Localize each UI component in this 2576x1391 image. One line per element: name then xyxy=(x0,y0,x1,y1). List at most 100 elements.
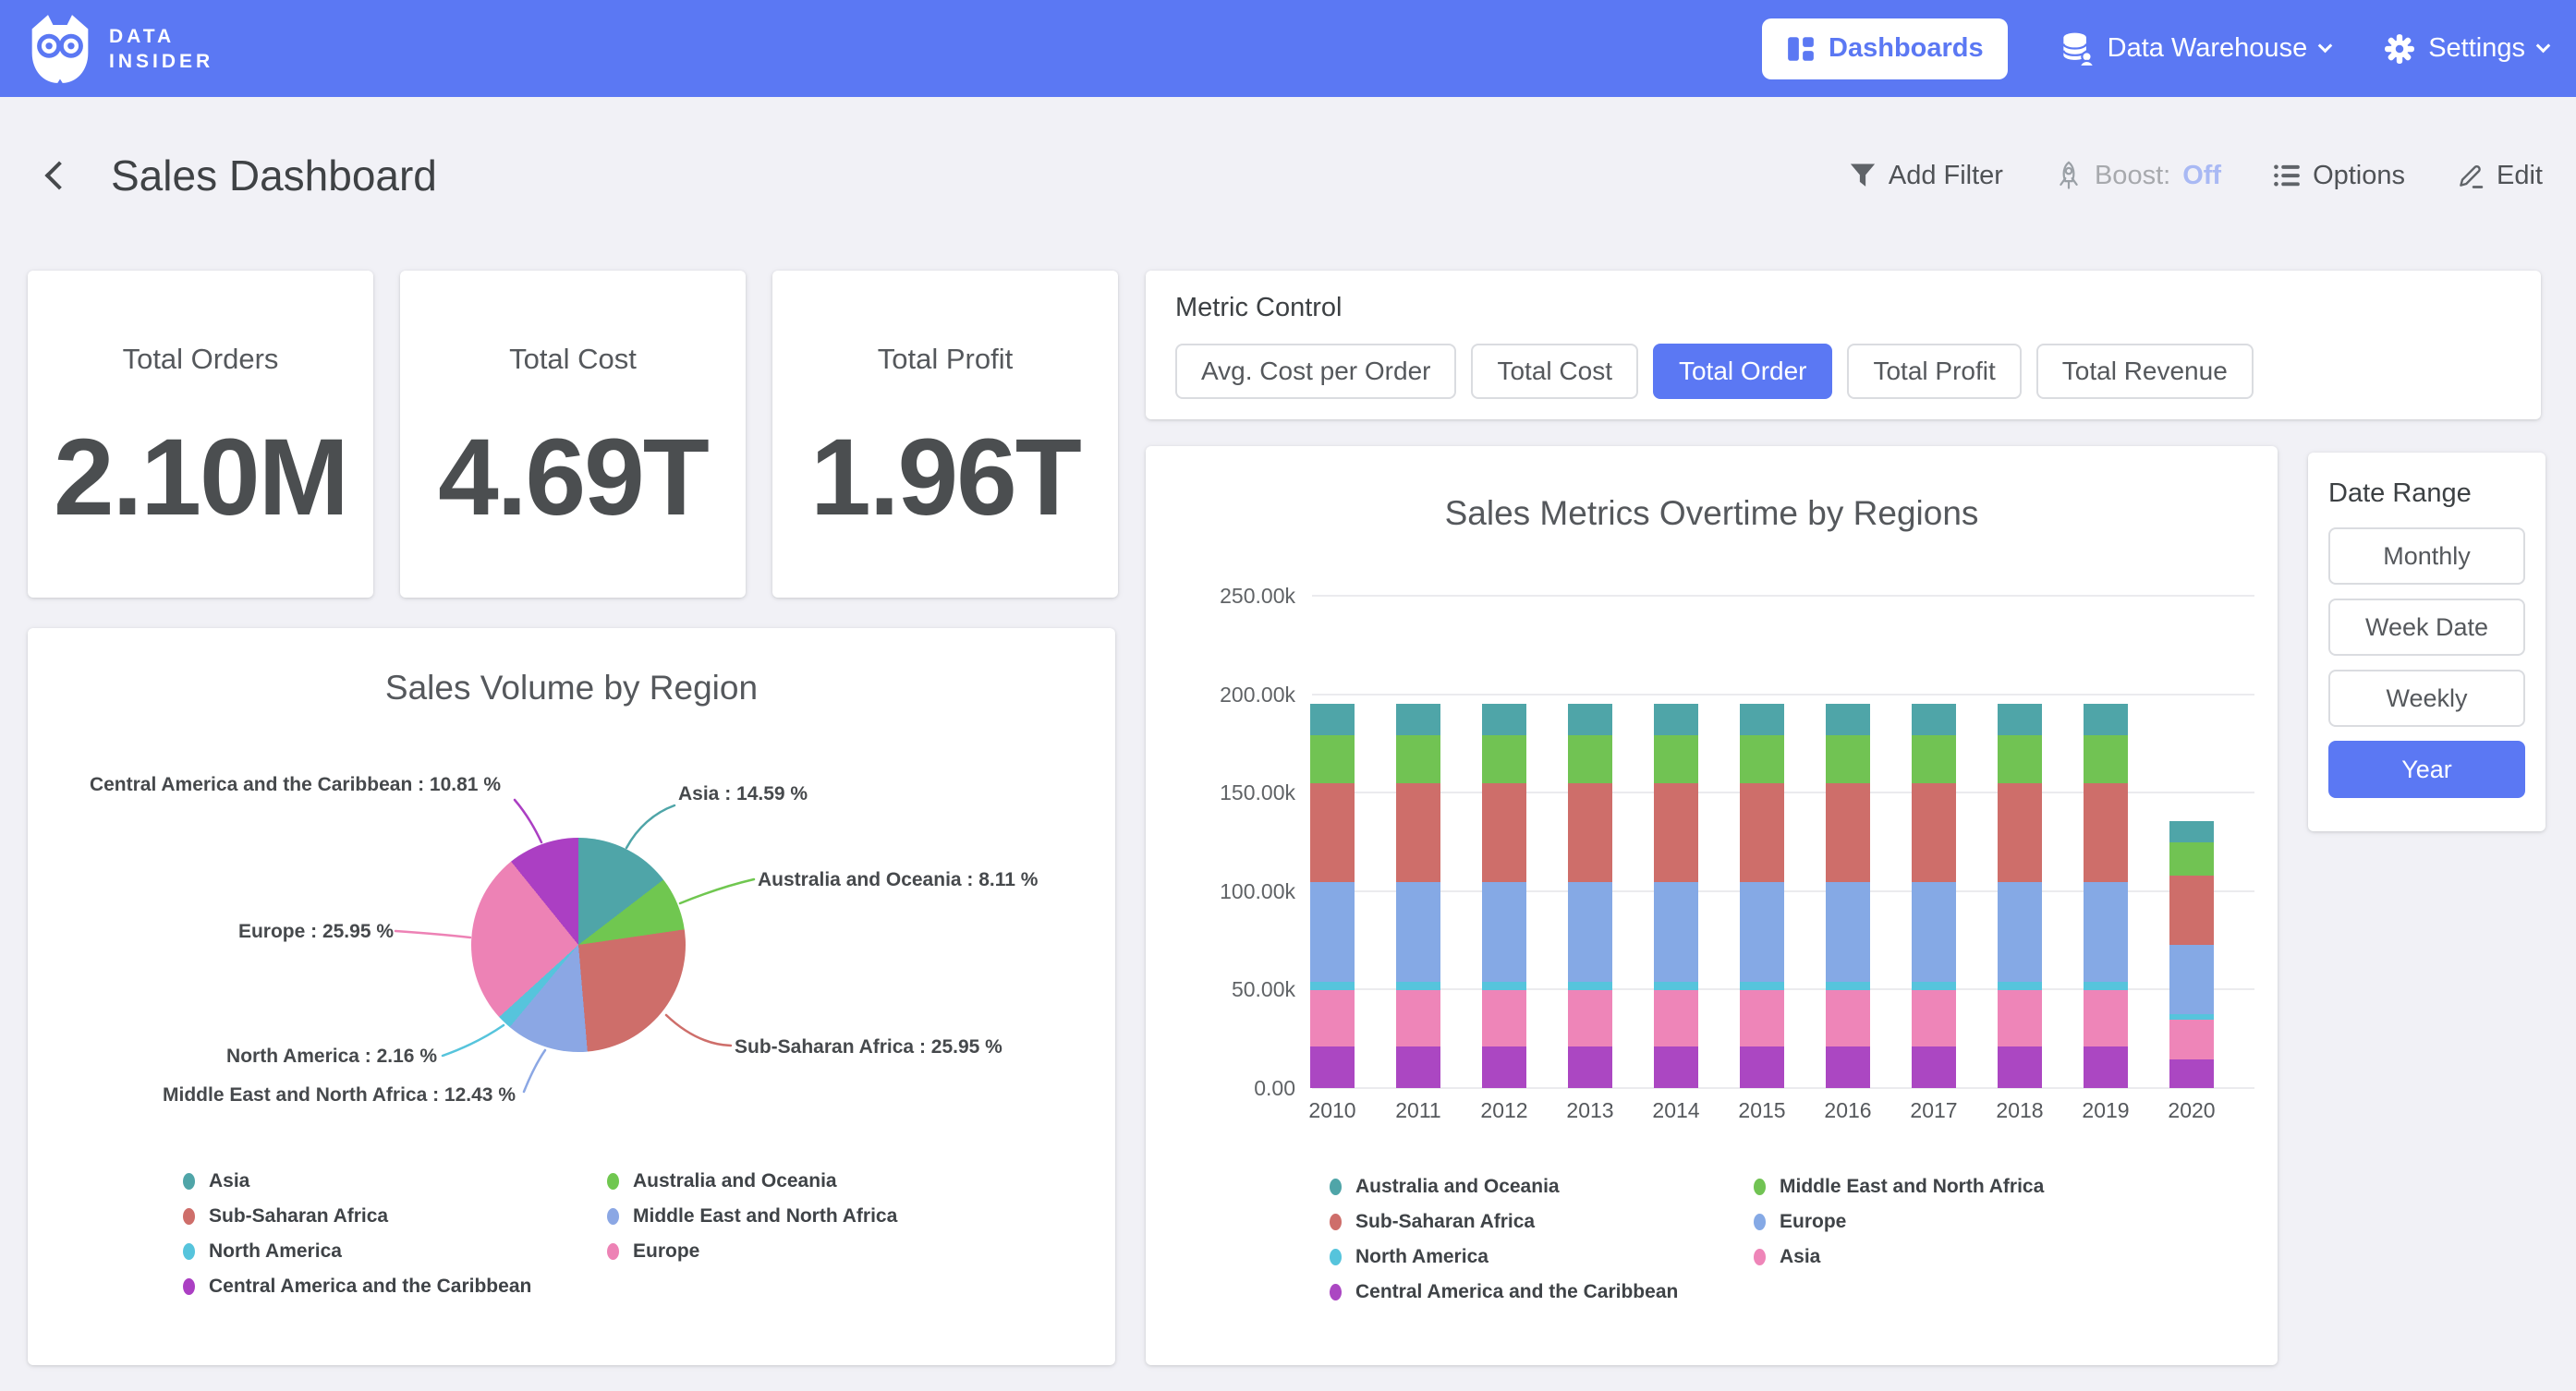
bar-segment-2014-sub-saharan-africa[interactable] xyxy=(1654,783,1698,883)
options-button[interactable]: Options xyxy=(2273,161,2405,191)
date-range-option-week-date[interactable]: Week Date xyxy=(2328,599,2525,656)
bar-segment-2012-sub-saharan-africa[interactable] xyxy=(1482,783,1526,883)
nav-data-warehouse[interactable]: Data Warehouse xyxy=(2061,31,2331,67)
nav-dashboards-button[interactable]: Dashboards xyxy=(1762,18,2008,79)
bar-segment-2014-asia[interactable] xyxy=(1654,990,1698,1046)
bar-segment-2018-asia[interactable] xyxy=(1998,990,2042,1046)
bar-segment-2013-asia[interactable] xyxy=(1568,990,1612,1046)
nav-settings[interactable]: Settings xyxy=(2384,33,2548,65)
bar-segment-2020-europe[interactable] xyxy=(2169,945,2214,1014)
pie-legend-item-australia-and-oceania[interactable]: Australia and Oceania xyxy=(607,1169,837,1193)
bar-legend-item-australia-and-oceania[interactable]: Australia and Oceania xyxy=(1330,1175,1560,1199)
bar-segment-2017-middle-east-and-north-africa[interactable] xyxy=(1912,735,1956,783)
bar-segment-2016-asia[interactable] xyxy=(1826,990,1870,1046)
date-range-option-monthly[interactable]: Monthly xyxy=(2328,527,2525,585)
bar-segment-2017-australia-and-oceania[interactable] xyxy=(1912,704,1956,735)
bar-segment-2020-asia[interactable] xyxy=(2169,1020,2214,1058)
bar-segment-2015-middle-east-and-north-africa[interactable] xyxy=(1740,735,1784,783)
bar-segment-2018-north-america[interactable] xyxy=(1998,982,2042,990)
bar-segment-2010-australia-and-oceania[interactable] xyxy=(1310,704,1355,735)
boost-toggle[interactable]: Boost: Off xyxy=(2055,161,2221,191)
bar-segment-2012-north-america[interactable] xyxy=(1482,982,1526,990)
bar-segment-2012-europe[interactable] xyxy=(1482,882,1526,982)
bar-legend-item-middle-east-and-north-africa[interactable]: Middle East and North Africa xyxy=(1754,1175,2044,1199)
bar-segment-2013-sub-saharan-africa[interactable] xyxy=(1568,783,1612,883)
pie-legend-item-europe[interactable]: Europe xyxy=(607,1240,699,1264)
bar-segment-2011-north-america[interactable] xyxy=(1396,982,1440,990)
bar-segment-2011-australia-and-oceania[interactable] xyxy=(1396,704,1440,735)
bar-segment-2010-asia[interactable] xyxy=(1310,990,1355,1046)
pie-legend-item-asia[interactable]: Asia xyxy=(183,1169,249,1193)
pie-chart[interactable] xyxy=(471,838,686,1052)
date-range-option-year[interactable]: Year xyxy=(2328,741,2525,798)
edit-button[interactable]: Edit xyxy=(2457,161,2543,191)
bar-segment-2011-middle-east-and-north-africa[interactable] xyxy=(1396,735,1440,783)
bar-segment-2014-europe[interactable] xyxy=(1654,882,1698,982)
bar-segment-2019-australia-and-oceania[interactable] xyxy=(2084,704,2128,735)
bar-segment-2011-asia[interactable] xyxy=(1396,990,1440,1046)
bar-segment-2016-sub-saharan-africa[interactable] xyxy=(1826,783,1870,883)
bar-segment-2015-australia-and-oceania[interactable] xyxy=(1740,704,1784,735)
bar-segment-2020-central-america-and-the-caribbean[interactable] xyxy=(2169,1059,2214,1088)
bar-segment-2014-north-america[interactable] xyxy=(1654,982,1698,990)
bar-segment-2014-middle-east-and-north-africa[interactable] xyxy=(1654,735,1698,783)
bar-segment-2011-sub-saharan-africa[interactable] xyxy=(1396,783,1440,883)
metric-option-total-order[interactable]: Total Order xyxy=(1653,344,1833,399)
bar-segment-2015-asia[interactable] xyxy=(1740,990,1784,1046)
metric-option-total-revenue[interactable]: Total Revenue xyxy=(2036,344,2254,399)
metric-option-avg-cost-per-order[interactable]: Avg. Cost per Order xyxy=(1175,344,1456,399)
bar-segment-2013-north-america[interactable] xyxy=(1568,982,1612,990)
bar-segment-2012-asia[interactable] xyxy=(1482,990,1526,1046)
bar-segment-2015-europe[interactable] xyxy=(1740,882,1784,982)
bar-segment-2018-sub-saharan-africa[interactable] xyxy=(1998,783,2042,883)
back-button[interactable] xyxy=(33,150,85,201)
pie-legend-item-north-america[interactable]: North America xyxy=(183,1240,342,1264)
bar-legend-item-central-america-and-the-caribbean[interactable]: Central America and the Caribbean xyxy=(1330,1280,1678,1304)
bar-segment-2018-central-america-and-the-caribbean[interactable] xyxy=(1998,1046,2042,1088)
pie-legend-item-central-america-and-the-caribbean[interactable]: Central America and the Caribbean xyxy=(183,1275,531,1299)
date-range-option-weekly[interactable]: Weekly xyxy=(2328,670,2525,727)
bar-segment-2010-sub-saharan-africa[interactable] xyxy=(1310,783,1355,883)
bar-segment-2012-australia-and-oceania[interactable] xyxy=(1482,704,1526,735)
bar-segment-2010-north-america[interactable] xyxy=(1310,982,1355,990)
bar-segment-2018-europe[interactable] xyxy=(1998,882,2042,982)
bar-segment-2015-north-america[interactable] xyxy=(1740,982,1784,990)
bar-legend-item-europe[interactable]: Europe xyxy=(1754,1210,1846,1234)
bar-segment-2013-central-america-and-the-caribbean[interactable] xyxy=(1568,1046,1612,1088)
bar-segment-2012-central-america-and-the-caribbean[interactable] xyxy=(1482,1046,1526,1088)
bar-segment-2018-australia-and-oceania[interactable] xyxy=(1998,704,2042,735)
bar-segment-2015-central-america-and-the-caribbean[interactable] xyxy=(1740,1046,1784,1088)
pie-legend-item-sub-saharan-africa[interactable]: Sub-Saharan Africa xyxy=(183,1204,388,1228)
bar-legend-item-sub-saharan-africa[interactable]: Sub-Saharan Africa xyxy=(1330,1210,1535,1234)
bar-legend-item-north-america[interactable]: North America xyxy=(1330,1245,1488,1269)
bar-segment-2019-sub-saharan-africa[interactable] xyxy=(2084,783,2128,883)
bar-segment-2017-sub-saharan-africa[interactable] xyxy=(1912,783,1956,883)
bar-segment-2016-central-america-and-the-caribbean[interactable] xyxy=(1826,1046,1870,1088)
bar-segment-2010-central-america-and-the-caribbean[interactable] xyxy=(1310,1046,1355,1088)
bar-segment-2020-australia-and-oceania[interactable] xyxy=(2169,821,2214,842)
pie-legend-item-middle-east-and-north-africa[interactable]: Middle East and North Africa xyxy=(607,1204,897,1228)
bar-segment-2016-middle-east-and-north-africa[interactable] xyxy=(1826,735,1870,783)
bar-segment-2013-europe[interactable] xyxy=(1568,882,1612,982)
bar-segment-2017-central-america-and-the-caribbean[interactable] xyxy=(1912,1046,1956,1088)
bar-segment-2016-europe[interactable] xyxy=(1826,882,1870,982)
bar-segment-2019-middle-east-and-north-africa[interactable] xyxy=(2084,735,2128,783)
bar-segment-2019-north-america[interactable] xyxy=(2084,982,2128,990)
bar-segment-2010-middle-east-and-north-africa[interactable] xyxy=(1310,735,1355,783)
bar-segment-2015-sub-saharan-africa[interactable] xyxy=(1740,783,1784,883)
bar-segment-2013-australia-and-oceania[interactable] xyxy=(1568,704,1612,735)
bar-segment-2016-north-america[interactable] xyxy=(1826,982,1870,990)
bar-segment-2012-middle-east-and-north-africa[interactable] xyxy=(1482,735,1526,783)
bar-segment-2019-central-america-and-the-caribbean[interactable] xyxy=(2084,1046,2128,1088)
bar-segment-2019-asia[interactable] xyxy=(2084,990,2128,1046)
bar-segment-2019-europe[interactable] xyxy=(2084,882,2128,982)
bar-segment-2014-central-america-and-the-caribbean[interactable] xyxy=(1654,1046,1698,1088)
add-filter-button[interactable]: Add Filter xyxy=(1849,161,2003,191)
bar-segment-2020-middle-east-and-north-africa[interactable] xyxy=(2169,842,2214,876)
bar-segment-2013-middle-east-and-north-africa[interactable] xyxy=(1568,735,1612,783)
bar-segment-2017-north-america[interactable] xyxy=(1912,982,1956,990)
bar-segment-2020-north-america[interactable] xyxy=(2169,1014,2214,1020)
bar-segment-2020-sub-saharan-africa[interactable] xyxy=(2169,876,2214,945)
bar-segment-2014-australia-and-oceania[interactable] xyxy=(1654,704,1698,735)
bar-segment-2011-europe[interactable] xyxy=(1396,882,1440,982)
